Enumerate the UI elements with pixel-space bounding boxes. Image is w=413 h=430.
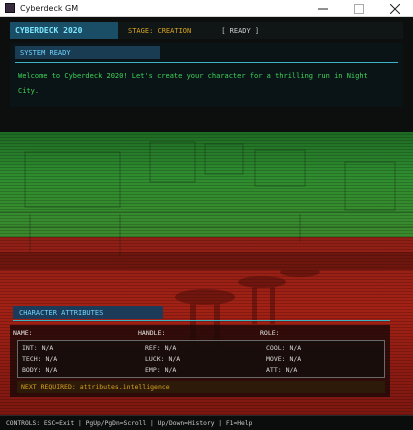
system-panel-title: SYSTEM READY [15,46,160,59]
system-message: Welcome to Cyberdeck 2020! Let's create … [18,72,368,95]
window-titlebar: Cyberdeck GM [0,0,413,17]
next-required-prompt: NEXT REQUIRED: attributes.intelligence [17,381,385,393]
stage-label: STAGE: CREATION [128,26,192,35]
attributes-panel: NAME: HANDLE: ROLE: INT: N/A REF: N/A CO… [10,325,390,397]
close-icon [390,3,400,14]
system-panel: SYSTEM READY Welcome to Cyberdeck 2020! … [10,43,403,107]
minimize-button[interactable] [305,0,341,17]
controls-footer: CONTROLS: ESC=Exit | PgUp/PgDn=Scroll | … [0,415,413,430]
app-title: CYBERDECK 2020 [10,22,118,39]
app-icon [5,3,15,13]
role-field-label: ROLE: [260,329,280,337]
stats-grid: INT: N/A REF: N/A COOL: N/A TECH: N/A LU… [17,340,385,378]
handle-field-label: HANDLE: [138,329,166,337]
stat-ref: REF: N/A [145,344,177,352]
system-divider [15,62,398,63]
stat-int: INT: N/A [22,344,54,352]
header-bar: CYBERDECK 2020 STAGE: CREATION [ READY ] [10,22,403,39]
minimize-icon [318,8,328,9]
close-button[interactable] [377,0,413,17]
stat-move: MOVE: N/A [266,355,302,363]
stat-luck: LUCK: N/A [145,355,181,363]
window-title: Cyberdeck GM [20,3,79,13]
attributes-divider [13,320,390,321]
stat-att: ATT: N/A [266,366,298,374]
window-controls [305,0,413,17]
stat-body: BODY: N/A [22,366,58,374]
identity-fields: NAME: HANDLE: ROLE: [13,329,388,339]
maximize-icon [354,3,364,14]
attributes-title: CHARACTER ATTRIBUTES [13,306,163,319]
game-viewport: CYBERDECK 2020 STAGE: CREATION [ READY ]… [0,17,413,430]
stat-emp: EMP: N/A [145,366,177,374]
status-badge: [ READY ] [221,26,260,35]
maximize-button[interactable] [341,0,377,17]
stat-cool: COOL: N/A [266,344,302,352]
stat-tech: TECH: N/A [22,355,58,363]
name-field-label: NAME: [13,329,33,337]
